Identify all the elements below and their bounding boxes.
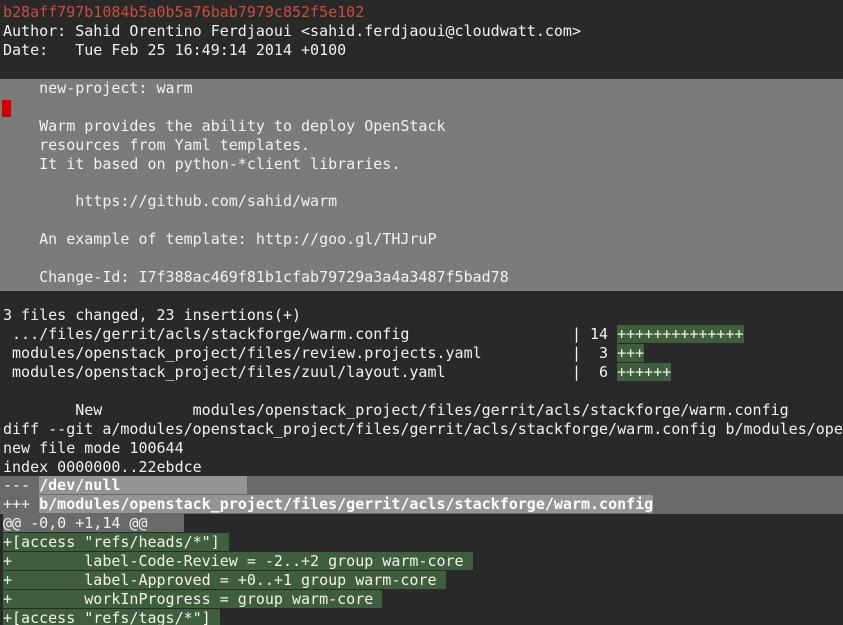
hunk-header: @@ -0,0 +1,14 @@ [0, 514, 843, 533]
commit-message: https://github.com/sahid/warm [0, 192, 843, 211]
text-segment: new file mode 100644 [3, 439, 184, 457]
diff-add-line: + label-Code-Review = -2..+2 group warm-… [0, 552, 843, 571]
blank [0, 60, 843, 79]
diffstat-file: modules/openstack_project/files/review.p… [0, 344, 843, 363]
text-segment: /dev/null [39, 476, 247, 494]
diff-git-line: diff --git a/modules/openstack_project/f… [0, 420, 843, 439]
text-segment: modules/openstack_project/files/zuul/lay… [3, 363, 617, 381]
commit-message [0, 249, 843, 268]
commit-message [0, 211, 843, 230]
new-file-mode: new file mode 100644 [0, 439, 843, 458]
text-segment: +++ [617, 344, 644, 362]
text-segment: Change-Id: I7f388ac469f81b1cfab79729a3a4… [3, 268, 509, 286]
text-segment: b28aff797b1084b5a0b5a76bab7979c852f5e102 [3, 3, 364, 21]
diff-add-line: +[access "refs/tags/*"] [0, 609, 843, 625]
commit-message [0, 98, 843, 117]
commit-message: Change-Id: I7f388ac469f81b1cfab79729a3a4… [0, 268, 843, 287]
text-segment: Date: Tue Feb 25 16:49:14 2014 +0100 [3, 41, 346, 59]
text-segment: modules/openstack_project/files/review.p… [3, 344, 617, 362]
blank [0, 382, 843, 401]
commit-author: Author: Sahid Orentino Ferdjaoui <sahid.… [0, 22, 843, 41]
commit-message: new-project: warm [0, 79, 843, 98]
diff-new-file: +++ b/modules/openstack_project/files/ge… [0, 495, 843, 514]
commit-date: Date: Tue Feb 25 16:49:14 2014 +0100 [0, 41, 843, 60]
commit-message: resources from Yaml templates. [0, 136, 843, 155]
text-segment: An example of template: http://goo.gl/TH… [3, 230, 436, 248]
commit-message [0, 173, 843, 192]
text-segment: diff --git a/modules/openstack_project/f… [3, 420, 843, 438]
commit-message: It it based on python-*client libraries. [0, 155, 843, 174]
text-segment: +[access "refs/heads/*"] [3, 533, 229, 551]
text-segment: + label-Approved = +0..+1 group warm-cor… [3, 571, 446, 589]
text-segment: https://github.com/sahid/warm [3, 192, 337, 210]
text-segment: Author: Sahid Orentino Ferdjaoui <sahid.… [3, 22, 581, 40]
text-segment: ++++++ [617, 363, 671, 381]
text-segment: new-project: warm [3, 79, 193, 97]
text-segment: resources from Yaml templates. [3, 136, 310, 154]
text-segment: New modules/openstack_project/files/gerr… [3, 401, 789, 419]
terminal-window[interactable]: b28aff797b1084b5a0b5a76bab7979c852f5e102… [0, 0, 843, 625]
text-segment: b/modules/openstack_project/files/gerrit… [39, 495, 653, 513]
text-segment: + label-Code-Review = -2..+2 group warm-… [3, 552, 473, 570]
text-segment: ++++++++++++++ [617, 325, 743, 343]
commit-hash: b28aff797b1084b5a0b5a76bab7979c852f5e102 [0, 3, 843, 22]
text-segment: Warm provides the ability to deploy Open… [3, 117, 446, 135]
text-segment: 3 files changed, 23 insertions(+) [3, 306, 301, 324]
text-segment: +[access "refs/tags/*"] [3, 609, 220, 625]
text-segment: index 0000000..22ebdce [3, 458, 202, 476]
diffstat-file: modules/openstack_project/files/zuul/lay… [0, 363, 843, 382]
commit-message: Warm provides the ability to deploy Open… [0, 117, 843, 136]
diff-old-file: --- /dev/null [0, 476, 843, 495]
commit-message: An example of template: http://goo.gl/TH… [0, 230, 843, 249]
index-line: index 0000000..22ebdce [0, 458, 843, 477]
selection-cursor-block [2, 100, 11, 117]
text-segment: + workInProgress = group warm-core [3, 590, 382, 608]
diffstat-file: .../files/gerrit/acls/stackforge/warm.co… [0, 325, 843, 344]
text-segment: +++ [3, 495, 39, 513]
diff-add-line: +[access "refs/heads/*"] [0, 533, 843, 552]
blank [0, 287, 843, 306]
summary-new-file: New modules/openstack_project/files/gerr… [0, 401, 843, 420]
diff-add-line: + workInProgress = group warm-core [0, 590, 843, 609]
text-segment: @@ -0,0 +1,14 @@ [3, 514, 184, 532]
diffstat-summary: 3 files changed, 23 insertions(+) [0, 306, 843, 325]
diff-add-line: + label-Approved = +0..+1 group warm-cor… [0, 571, 843, 590]
text-segment: It it based on python-*client libraries. [3, 155, 400, 173]
text-segment: .../files/gerrit/acls/stackforge/warm.co… [3, 325, 617, 343]
text-segment: --- [3, 476, 39, 494]
